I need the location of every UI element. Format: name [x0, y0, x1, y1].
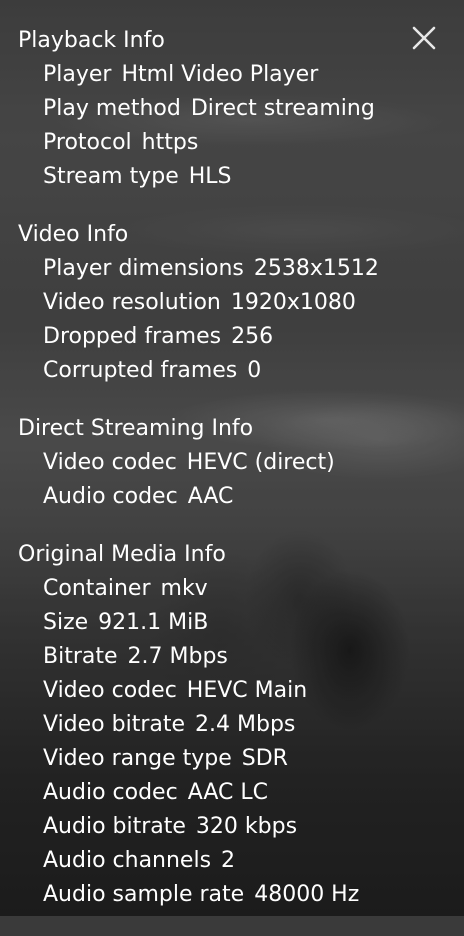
info-row-video-bitrate: Video bitrate 2.4 Mbps — [43, 708, 464, 742]
row-value: AAC — [187, 484, 234, 509]
section-title: Video Info — [18, 222, 129, 247]
row-label: Size — [43, 610, 89, 635]
info-row-audio-bitrate: Audio bitrate 320 kbps — [43, 810, 464, 844]
info-row-video-codec: Video codec HEVC (direct) — [43, 446, 464, 480]
info-row-dropped-frames: Dropped frames 256 — [43, 320, 464, 354]
row-value: 921.1 MiB — [98, 610, 209, 635]
row-value: Html Video Player — [121, 62, 319, 87]
section-playback-info: Playback Info Player Html Video Player Pl… — [0, 24, 464, 194]
row-value: AAC LC — [187, 780, 268, 805]
info-row-audio-sample-rate: Audio sample rate 48000 Hz — [43, 878, 464, 912]
info-row-video-range-type: Video range type SDR — [43, 742, 464, 776]
info-row-player: Player Html Video Player — [43, 58, 464, 92]
row-label: Audio codec — [43, 484, 178, 509]
row-value: HEVC (direct) — [186, 450, 335, 475]
row-label: Corrupted frames — [43, 358, 238, 383]
row-label: Video codec — [43, 450, 177, 475]
row-value: 0 — [247, 358, 262, 383]
info-row-corrupted-frames: Corrupted frames 0 — [43, 354, 464, 388]
row-value: HLS — [188, 164, 232, 189]
row-label: Player — [43, 62, 112, 87]
row-label: Video bitrate — [43, 712, 186, 737]
row-label: Container — [43, 576, 151, 601]
row-value: 48000 Hz — [254, 882, 360, 907]
row-value: 2.4 Mbps — [195, 712, 296, 737]
section-title: Original Media Info — [18, 542, 226, 567]
row-label: Player dimensions — [43, 256, 244, 281]
playback-info-panel: Playback Info Player Html Video Player Pl… — [0, 24, 464, 936]
row-label: Audio channels — [43, 848, 212, 873]
info-row-bitrate: Bitrate 2.7 Mbps — [43, 640, 464, 674]
row-value: 2538x1512 — [253, 256, 379, 281]
row-label: Video resolution — [43, 290, 221, 315]
row-label: Stream type — [43, 164, 179, 189]
row-label: Bitrate — [43, 644, 118, 669]
info-row-size: Size 921.1 MiB — [43, 606, 464, 640]
row-label: Audio codec — [43, 780, 178, 805]
row-value: 320 kbps — [195, 814, 298, 839]
section-direct-streaming-info: Direct Streaming Info Video codec HEVC (d… — [0, 412, 464, 514]
row-label: Audio sample rate — [43, 882, 245, 907]
info-row-play-method: Play method Direct streaming — [43, 92, 464, 126]
row-label: Play method — [43, 96, 181, 121]
row-label: Video codec — [43, 678, 177, 703]
info-row-audio-channels: Audio channels 2 — [43, 844, 464, 878]
info-row-audio-codec: Audio codec AAC — [43, 480, 464, 514]
row-value: 2.7 Mbps — [127, 644, 228, 669]
section-title: Direct Streaming Info — [18, 416, 254, 441]
row-label: Protocol — [43, 130, 132, 155]
info-row-video-resolution: Video resolution 1920x1080 — [43, 286, 464, 320]
row-value: HEVC Main — [186, 678, 308, 703]
section-original-media-info: Original Media Info Container mkv Size 921… — [0, 538, 464, 912]
row-value: 256 — [231, 324, 274, 349]
info-row-protocol: Protocol https — [43, 126, 464, 160]
row-label: Dropped frames — [43, 324, 222, 349]
row-value: 1920x1080 — [230, 290, 356, 315]
row-value: SDR — [241, 746, 288, 771]
info-row-audio-codec: Audio codec AAC LC — [43, 776, 464, 810]
info-row-video-codec: Video codec HEVC Main — [43, 674, 464, 708]
row-value: Direct streaming — [190, 96, 375, 121]
info-row-stream-type: Stream type HLS — [43, 160, 464, 194]
row-label: Video range type — [43, 746, 232, 771]
row-value: mkv — [160, 576, 208, 601]
info-row-container: Container mkv — [43, 572, 464, 606]
info-row-player-dimensions: Player dimensions 2538x1512 — [43, 252, 464, 286]
row-label: Audio bitrate — [43, 814, 186, 839]
section-title: Playback Info — [18, 28, 165, 53]
section-video-info: Video Info Player dimensions 2538x1512 Vi… — [0, 218, 464, 388]
row-value: https — [141, 130, 199, 155]
row-value: 2 — [221, 848, 236, 873]
